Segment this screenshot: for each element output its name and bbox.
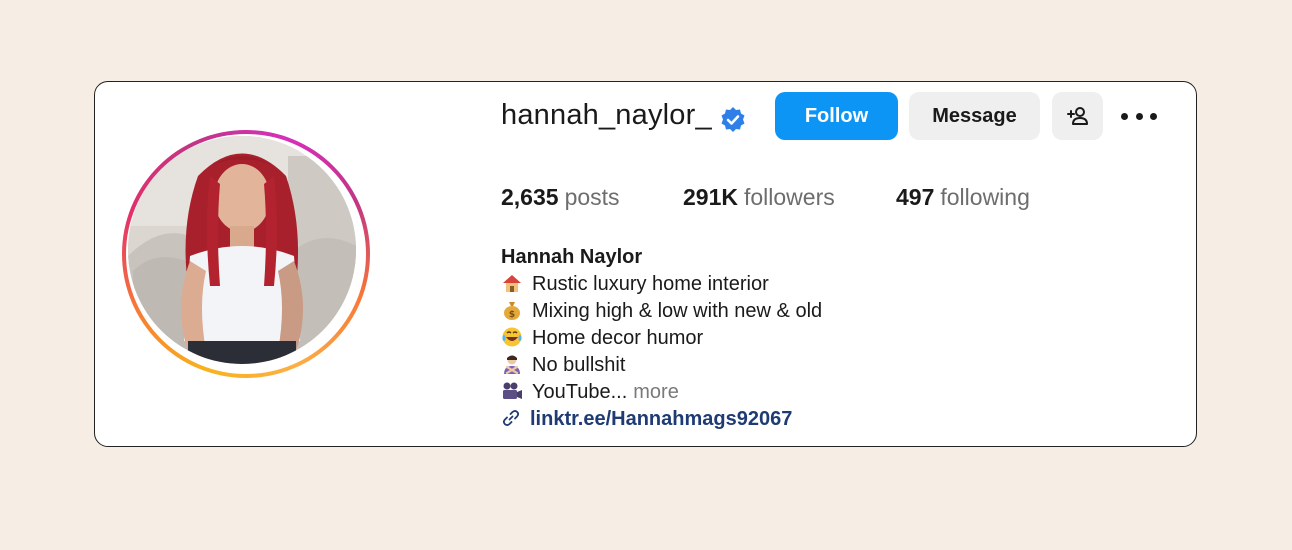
more-link[interactable]: more [633,381,679,403]
following-count: 497 [896,184,935,210]
bio-line: YouTube... more [501,379,822,406]
more-options-icon[interactable] [1121,106,1157,126]
money-bag-emoji-icon: $ [504,302,520,320]
posts-count: 2,635 [501,184,559,210]
follow-button[interactable]: Follow [775,92,898,140]
following-stat[interactable]: 497 following [896,184,1030,211]
bio-line: $ Mixing high & low with new & old [501,298,822,325]
bio-line-text: Mixing high & low with new & old [532,300,823,322]
display-name: Hannah Naylor [501,246,643,268]
followers-count: 291K [683,184,738,210]
bio-line: Rustic luxury home interior [501,271,822,298]
external-link-text: linktr.ee/Hannahmags92067 [530,408,793,430]
posts-label: posts [564,184,620,210]
external-link[interactable]: linktr.ee/Hannahmags92067 [501,406,822,433]
house-emoji-icon [503,275,521,292]
bio-line-text: No bullshit [532,354,626,376]
avatar[interactable] [128,136,356,364]
bio-line-text: Rustic luxury home interior [532,273,769,295]
story-ring[interactable] [122,130,370,378]
posts-stat: 2,635 posts [501,184,620,211]
message-button[interactable]: Message [909,92,1040,140]
dot [1135,112,1143,120]
profile-photo [128,136,356,364]
movie-camera-emoji-icon [503,382,522,399]
add-person-icon [1066,107,1088,125]
bio-line: No bullshit [501,352,822,379]
dot [1150,112,1157,120]
verified-badge-icon [721,107,745,132]
followers-label: followers [743,184,835,210]
username: hannah_naylor_ [501,99,712,131]
followers-stat[interactable]: 291K followers [683,184,835,211]
suggested-accounts-button[interactable] [1052,92,1103,140]
laughing-emoji-icon [502,327,522,347]
dot [1121,112,1128,120]
profile-header-card: hannah_naylor_ Follow Message 2,635 posts… [94,81,1197,447]
svg-text:$: $ [509,310,515,320]
following-label: following [940,184,1030,210]
bio-line-text: Home decor humor [532,327,704,349]
bio-line: Home decor humor [501,325,822,352]
bio-line-text: YouTube... [532,381,628,403]
person-gesturing-no-emoji-icon [504,355,520,375]
link-icon [502,410,520,426]
bio: Hannah Naylor Rustic luxury home interio… [501,244,822,433]
